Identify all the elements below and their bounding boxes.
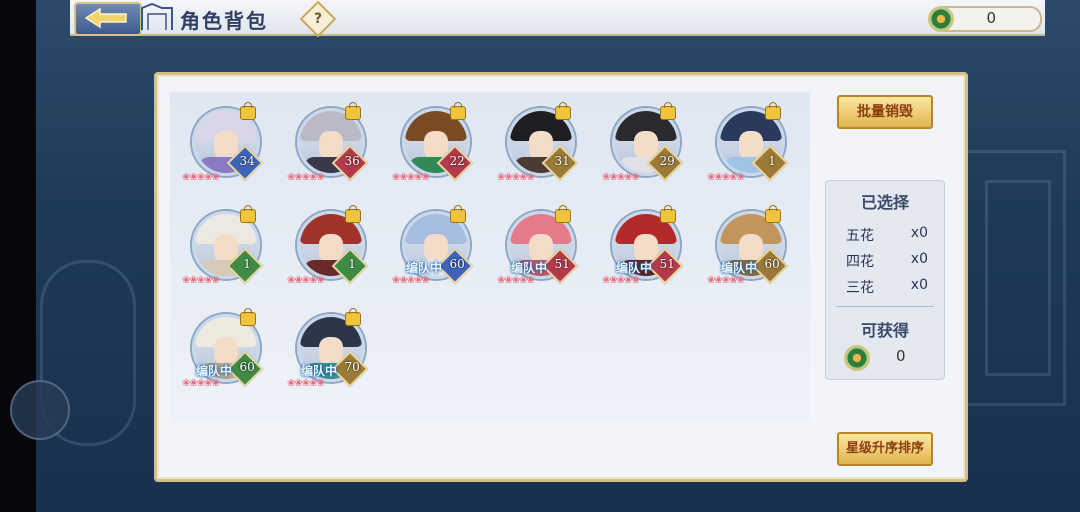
currency-display: 0 <box>928 6 1042 32</box>
lock-icon[interactable] <box>240 102 256 120</box>
level-value: 1 <box>348 256 356 271</box>
character-card[interactable]: 60 编队中 ❀❀❀❀❀ <box>392 205 486 299</box>
lock-icon[interactable] <box>555 102 571 120</box>
lock-icon[interactable] <box>240 205 256 223</box>
lock-icon[interactable] <box>345 308 361 326</box>
lock-icon[interactable] <box>345 205 361 223</box>
flower-rating-icon: ❀❀❀❀❀ <box>287 172 325 183</box>
level-value: 34 <box>239 153 255 168</box>
rarity-count: x0 <box>910 277 928 293</box>
level-value: 31 <box>554 153 570 168</box>
character-card[interactable]: 60 编队中 ❀❀❀❀❀ <box>707 205 801 299</box>
in-team-label: 编队中 <box>511 261 548 275</box>
in-team-label: 编队中 <box>721 261 758 275</box>
lock-icon[interactable] <box>345 102 361 120</box>
back-arrow-icon <box>84 7 127 29</box>
flower-rating-icon: ❀❀❀❀❀ <box>602 172 640 183</box>
character-card[interactable]: 70 编队中 ❀❀❀❀❀ <box>287 308 381 402</box>
character-card[interactable]: 1 ❀❀❀❀❀ <box>707 102 801 196</box>
in-team-label: 编队中 <box>406 261 443 275</box>
page-title: 角色背包 <box>180 9 268 33</box>
level-value: 70 <box>344 359 360 374</box>
level-value: 1 <box>243 256 251 271</box>
jade-coin-icon <box>844 345 870 371</box>
currency-value: 0 <box>986 9 996 27</box>
character-card[interactable]: 1 ❀❀❀❀❀ <box>182 205 276 299</box>
rarity-count: x0 <box>910 225 928 241</box>
jade-coin-icon <box>928 6 954 32</box>
title-ornament-icon <box>141 2 173 30</box>
level-value: 1 <box>768 153 776 168</box>
level-value: 51 <box>659 256 675 271</box>
selected-title: 已选择 <box>860 193 909 212</box>
lock-icon[interactable] <box>765 205 781 223</box>
flower-rating-icon: ❀❀❀❀❀ <box>707 275 745 286</box>
lock-icon[interactable] <box>240 308 256 326</box>
rarity-label: 五花 <box>846 228 874 244</box>
character-card[interactable]: 31 ❀❀❀❀❀ <box>497 102 591 196</box>
divider <box>836 306 934 307</box>
level-value: 60 <box>449 256 465 271</box>
batch-destroy-button[interactable]: 批量销毁 <box>837 95 933 129</box>
character-card[interactable]: 34 ❀❀❀❀❀ <box>182 102 276 196</box>
character-card[interactable]: 29 ❀❀❀❀❀ <box>602 102 696 196</box>
lock-icon[interactable] <box>450 205 466 223</box>
level-value: 60 <box>764 256 780 271</box>
in-team-label: 编队中 <box>301 364 338 378</box>
flower-rating-icon: ❀❀❀❀❀ <box>287 378 325 389</box>
flower-rating-icon: ❀❀❀❀❀ <box>182 275 220 286</box>
character-card[interactable]: 51 编队中 ❀❀❀❀❀ <box>497 205 591 299</box>
character-card[interactable]: 60 编队中 ❀❀❀❀❀ <box>182 308 276 402</box>
flower-rating-icon: ❀❀❀❀❀ <box>707 172 745 183</box>
flower-rating-icon: ❀❀❀❀❀ <box>182 378 220 389</box>
lock-icon[interactable] <box>660 102 676 120</box>
level-value: 60 <box>239 359 255 374</box>
in-team-label: 编队中 <box>196 364 233 378</box>
lock-icon[interactable] <box>660 205 676 223</box>
character-card[interactable]: 51 编队中 ❀❀❀❀❀ <box>602 205 696 299</box>
level-value: 51 <box>554 256 570 271</box>
rarity-label: 四花 <box>846 254 874 270</box>
selection-summary: 已选择 五花 x0 四花 x0 三花 x0 可获得 0 <box>825 180 945 380</box>
floating-side-button[interactable] <box>10 380 70 440</box>
lock-icon[interactable] <box>765 102 781 120</box>
flower-rating-icon: ❀❀❀❀❀ <box>392 275 430 286</box>
flower-rating-icon: ❀❀❀❀❀ <box>497 275 535 286</box>
back-button[interactable] <box>74 2 142 36</box>
in-team-label: 编队中 <box>616 261 653 275</box>
level-value: 29 <box>659 153 675 168</box>
character-card[interactable]: 22 ❀❀❀❀❀ <box>392 102 486 196</box>
lock-icon[interactable] <box>555 205 571 223</box>
lock-icon[interactable] <box>450 102 466 120</box>
flower-rating-icon: ❀❀❀❀❀ <box>497 172 535 183</box>
obtainable-value: 0 <box>896 347 906 365</box>
level-value: 36 <box>344 153 360 168</box>
sort-by-star-button[interactable]: 星级升序排序 <box>837 432 933 466</box>
obtainable-title: 可获得 <box>860 321 909 340</box>
flower-rating-icon: ❀❀❀❀❀ <box>287 275 325 286</box>
character-card[interactable]: 36 ❀❀❀❀❀ <box>287 102 381 196</box>
character-grid: 34 ❀❀❀❀❀ 36 ❀❀❀❀❀ 22 ❀❀❀❀❀ 31 ❀❀❀❀❀ 29 ❀❀❀❀❀ 1 ❀❀❀❀… <box>170 92 810 422</box>
character-card[interactable]: 1 ❀❀❀❀❀ <box>287 205 381 299</box>
level-value: 22 <box>449 153 465 168</box>
flower-rating-icon: ❀❀❀❀❀ <box>602 275 640 286</box>
flower-rating-icon: ❀❀❀❀❀ <box>392 172 430 183</box>
rarity-label: 三花 <box>846 280 874 296</box>
background-lattice-inner <box>985 180 1051 376</box>
help-icon: ? <box>313 11 323 27</box>
rarity-count: x0 <box>910 251 928 267</box>
flower-rating-icon: ❀❀❀❀❀ <box>182 172 220 183</box>
